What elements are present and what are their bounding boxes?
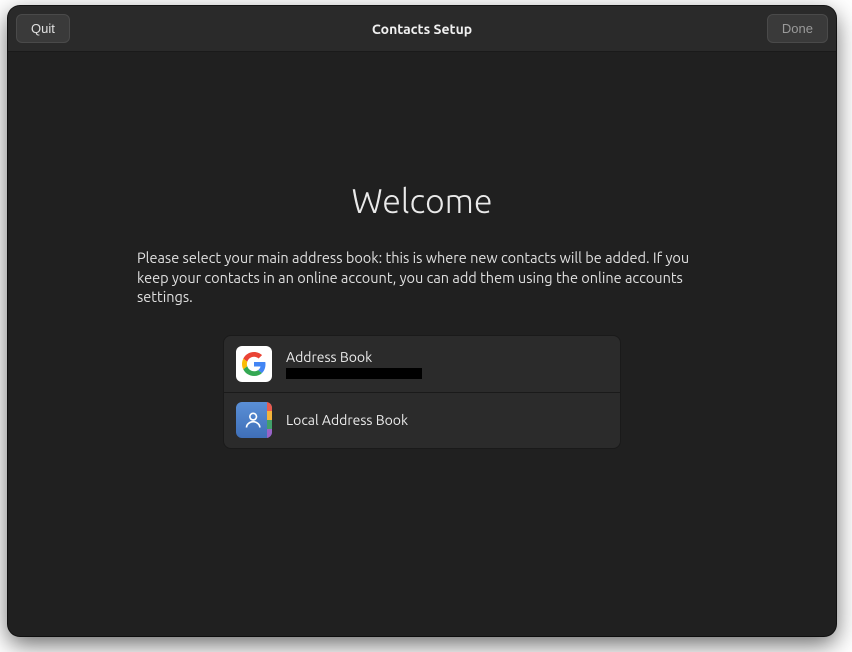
- address-book-list: Address Book Local Address Book: [223, 335, 621, 449]
- description-text: Please select your main address book: th…: [137, 248, 707, 307]
- option-text-wrapper: Local Address Book: [286, 412, 408, 428]
- main-content: Welcome Please select your main address …: [8, 52, 836, 636]
- setup-window: Quit Contacts Setup Done Welcome Please …: [8, 6, 836, 636]
- header-bar: Quit Contacts Setup Done: [8, 6, 836, 52]
- address-book-option-local[interactable]: Local Address Book: [224, 392, 620, 448]
- option-label: Local Address Book: [286, 412, 408, 428]
- option-text-wrapper: Address Book: [286, 349, 422, 379]
- addressbook-icon: [236, 402, 272, 438]
- quit-button[interactable]: Quit: [16, 14, 70, 43]
- google-icon: [236, 346, 272, 382]
- window-title: Contacts Setup: [8, 21, 836, 37]
- option-label: Address Book: [286, 349, 422, 365]
- address-book-option-google[interactable]: Address Book: [224, 336, 620, 392]
- welcome-heading: Welcome: [351, 182, 492, 220]
- done-button[interactable]: Done: [767, 14, 828, 43]
- option-sublabel-redacted: [286, 368, 422, 379]
